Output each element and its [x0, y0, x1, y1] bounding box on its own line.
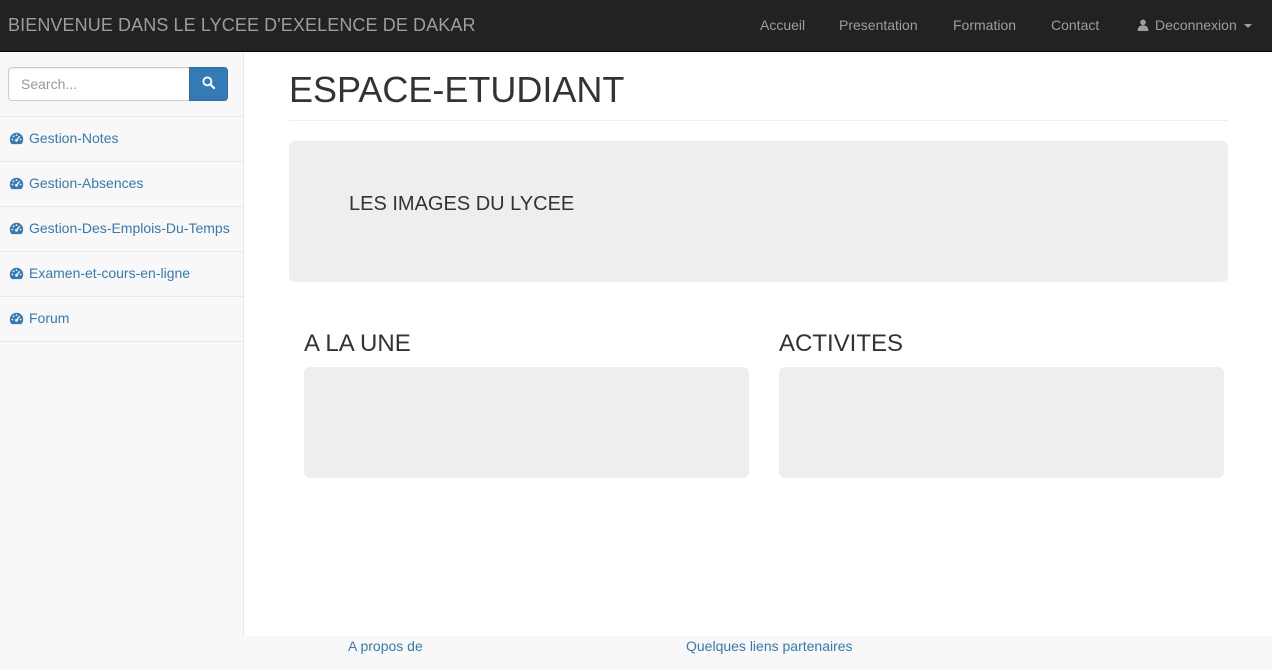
nav-link-contact[interactable]: Contact: [1051, 17, 1099, 33]
search-input[interactable]: [8, 67, 190, 101]
jumbotron-heading: LES IMAGES DU LYCEE: [349, 193, 575, 215]
sidebar-item-gestion-absences[interactable]: Gestion-Absences: [0, 162, 243, 207]
a-la-une-panel: [304, 367, 749, 478]
user-menu-label: Deconnexion: [1155, 17, 1237, 33]
top-navbar: BIENVENUE DANS LE LYCEE D'EXELENCE DE DA…: [0, 0, 1272, 52]
sidebar-item-label: Examen-et-cours-en-ligne: [29, 265, 191, 281]
activites-heading: ACTIVITES: [779, 330, 904, 357]
search-icon: [202, 76, 216, 92]
nav-link-accueil[interactable]: Accueil: [760, 17, 805, 33]
footer-link-a-propos[interactable]: A propos de: [348, 638, 423, 654]
navbar-brand[interactable]: BIENVENUE DANS LE LYCEE D'EXELENCE DE DA…: [8, 15, 476, 36]
sidebar-item-examen-cours-en-ligne[interactable]: Examen-et-cours-en-ligne: [0, 252, 243, 297]
sidebar-item-gestion-emplois-du-temps[interactable]: Gestion-Des-Emplois-Du-Temps: [0, 207, 243, 252]
dashboard-icon: [9, 130, 24, 150]
title-divider: [289, 120, 1228, 121]
images-jumbotron: LES IMAGES DU LYCEE: [289, 141, 1228, 282]
page-title: ESPACE-ETUDIANT: [289, 69, 625, 110]
nav-link-presentation[interactable]: Presentation: [839, 17, 918, 33]
sidebar-item-label: Gestion-Absences: [29, 175, 144, 191]
nav-link-formation[interactable]: Formation: [953, 17, 1016, 33]
dashboard-icon: [9, 265, 24, 285]
user-menu-dropdown[interactable]: Deconnexion: [1137, 17, 1252, 34]
sidebar-item-label: Gestion-Des-Emplois-Du-Temps: [29, 220, 230, 236]
footer: A propos de Quelques liens partenaires: [0, 636, 1272, 670]
a-la-une-heading: A LA UNE: [304, 330, 411, 357]
search-group: [8, 67, 228, 101]
search-button[interactable]: [189, 67, 228, 101]
activites-panel: [779, 367, 1224, 478]
sidebar-menu: Gestion-Notes Gestion-Absences Gestion-D…: [0, 116, 243, 342]
sidebar-item-label: Gestion-Notes: [29, 130, 119, 146]
dashboard-icon: [9, 175, 24, 195]
dashboard-icon: [9, 220, 24, 240]
main-content: ESPACE-ETUDIANT LES IMAGES DU LYCEE A LA…: [244, 52, 1272, 636]
sidebar-item-label: Forum: [29, 310, 70, 326]
sidebar: Gestion-Notes Gestion-Absences Gestion-D…: [0, 52, 244, 636]
user-icon: [1137, 18, 1149, 34]
dashboard-icon: [9, 310, 24, 330]
footer-link-partenaires[interactable]: Quelques liens partenaires: [686, 638, 853, 654]
sidebar-item-forum[interactable]: Forum: [0, 297, 243, 342]
sidebar-item-gestion-notes[interactable]: Gestion-Notes: [0, 116, 243, 162]
caret-down-icon: [1243, 24, 1252, 28]
